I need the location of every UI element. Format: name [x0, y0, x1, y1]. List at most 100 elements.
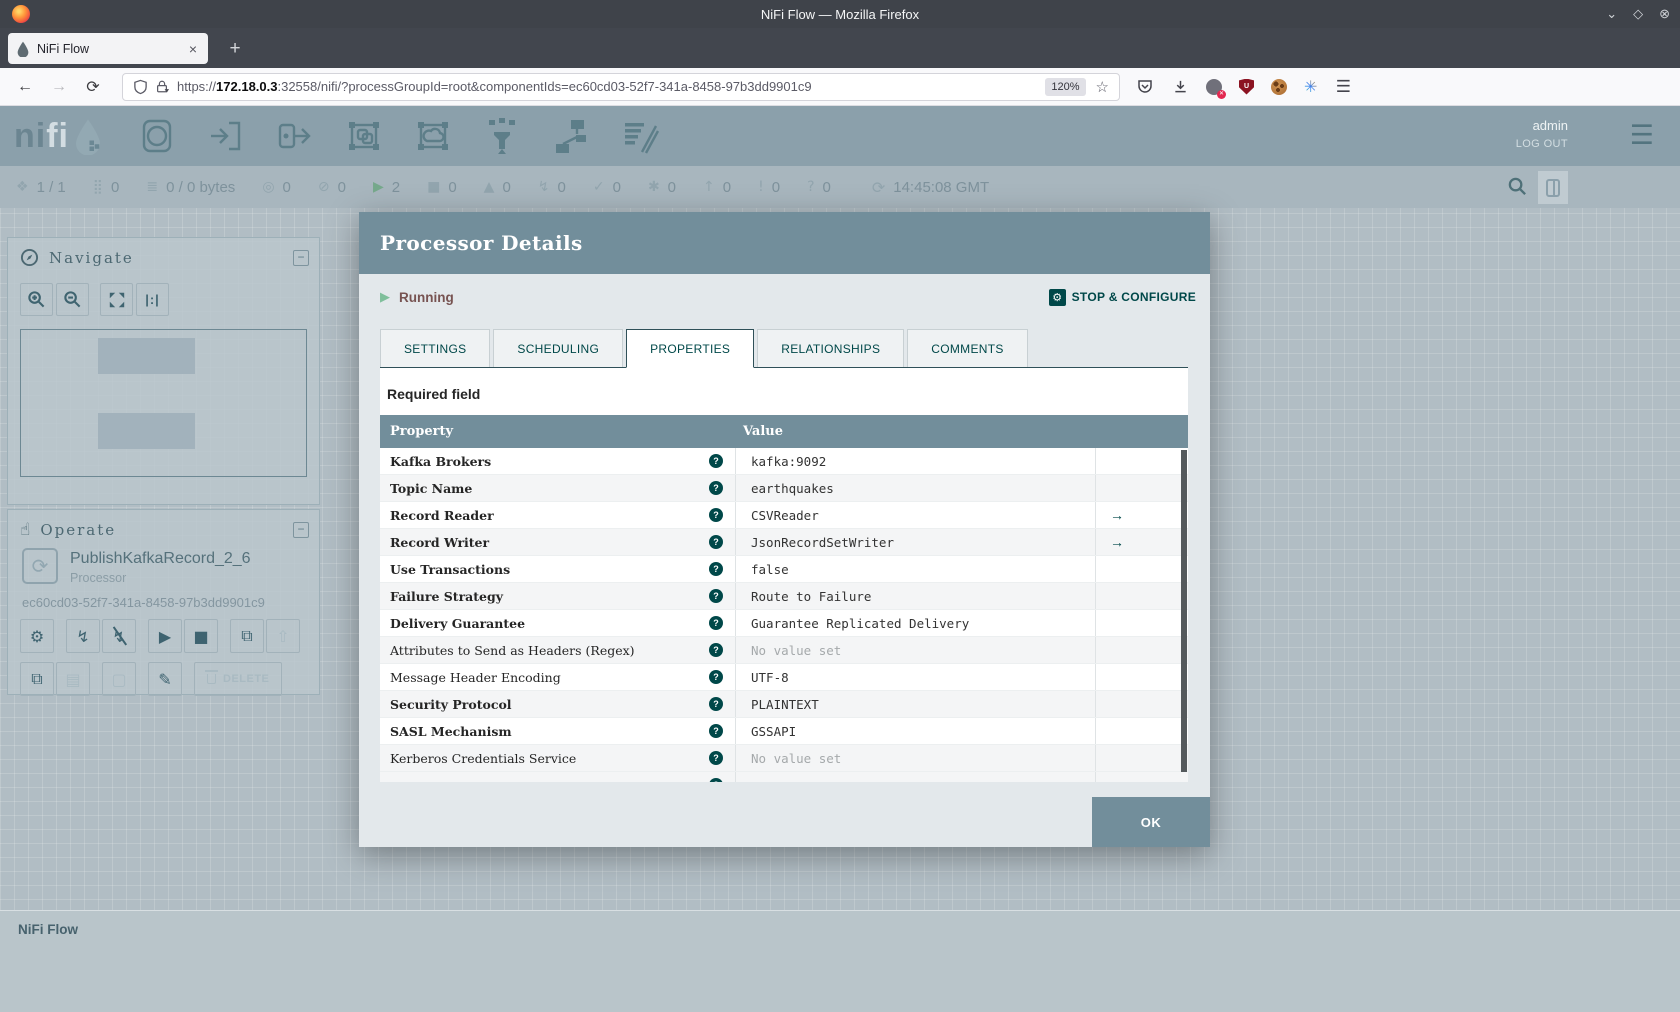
compass-icon: [20, 248, 39, 267]
back-button[interactable]: ←: [10, 78, 40, 96]
help-icon[interactable]: ?: [709, 697, 723, 711]
panel-toggle-button[interactable]: [1538, 171, 1568, 204]
funnel-icon[interactable]: [482, 114, 522, 158]
ok-button[interactable]: OK: [1092, 797, 1210, 847]
help-icon[interactable]: ?: [709, 535, 723, 549]
property-name: Failure Strategy: [390, 588, 503, 604]
help-icon[interactable]: ?: [709, 670, 723, 684]
help-icon[interactable]: ?: [709, 778, 723, 782]
create-template-button[interactable]: ⧉: [230, 619, 264, 653]
refresh-icon[interactable]: ⟳: [872, 178, 885, 197]
stop-button[interactable]: ■: [184, 619, 218, 653]
enable-button[interactable]: ↯: [66, 619, 100, 653]
tab-relationships[interactable]: RELATIONSHIPS: [757, 329, 905, 367]
disable-button[interactable]: ↯: [102, 619, 136, 653]
help-icon[interactable]: ?: [709, 508, 723, 522]
tab-properties[interactable]: PROPERTIES: [626, 329, 755, 368]
window-restore-button[interactable]: ◇: [1633, 6, 1643, 22]
property-name: Record Reader: [390, 507, 494, 523]
help-icon[interactable]: ?: [709, 643, 723, 657]
property-value: kafka:9092: [735, 448, 1095, 474]
nifi-status-bar: ❖ 1 / 1 ⣿ 0 ≣ 0 / 0 bytes ◎ 0 ⊘ 0 ▶ 2 ■ 0 ▲ 0 ↯ 0 ✓ 0 ✱ 0 ↑ 0 ! 0…: [0, 166, 1680, 208]
cookie-extension-icon[interactable]: [1271, 78, 1287, 95]
search-icon[interactable]: [1507, 176, 1528, 202]
bookmark-star-icon[interactable]: ☆: [1096, 78, 1109, 96]
paste-button[interactable]: ▤: [56, 662, 90, 696]
operate-collapse-button[interactable]: −: [293, 522, 309, 538]
status-not-transmitting: ⊘ 0: [317, 178, 346, 196]
dialog-header: Processor Details: [359, 212, 1210, 274]
help-icon[interactable]: ?: [709, 454, 723, 468]
property-name: Record Writer: [390, 534, 490, 550]
output-port-icon[interactable]: [275, 114, 315, 158]
required-field-label: Required field: [387, 386, 481, 402]
help-icon[interactable]: ?: [709, 481, 723, 495]
zoom-actual-size-button[interactable]: |:|: [136, 283, 169, 316]
new-tab-button[interactable]: +: [220, 33, 250, 64]
template-icon[interactable]: [551, 114, 591, 158]
help-icon[interactable]: ?: [709, 616, 723, 630]
configure-button[interactable]: ⚙: [20, 619, 54, 653]
group-button[interactable]: ▢: [102, 662, 136, 696]
zoom-in-button[interactable]: [20, 283, 53, 316]
table-row: Security Protocol? PLAINTEXT: [380, 691, 1188, 718]
zoom-fit-button[interactable]: [100, 283, 133, 316]
property-column-header: Property: [390, 424, 454, 439]
table-scrollbar[interactable]: [1181, 450, 1187, 772]
fill-color-button[interactable]: ✎: [148, 662, 182, 696]
selected-component-id: ec60cd03-52f7-341a-8458-97b3dd9901c9: [22, 595, 265, 610]
tab-settings[interactable]: SETTINGS: [380, 329, 491, 367]
clustered-nodes-icon: ❖: [16, 179, 29, 195]
url-bar[interactable]: https://172.18.0.3:32558/nifi/?processGr…: [122, 72, 1120, 101]
birdseye-minimap[interactable]: [20, 329, 307, 477]
global-menu-icon[interactable]: ☰: [1630, 120, 1654, 151]
help-icon[interactable]: ?: [709, 589, 723, 603]
copy-button[interactable]: ⧉: [20, 662, 54, 696]
window-minimize-button[interactable]: ⌄: [1606, 6, 1617, 22]
browser-navbar: ← → ⟳ https://172.18.0.3:32558/nifi/?pro…: [0, 68, 1680, 106]
status-active-threads: ⣿ 0: [92, 178, 120, 196]
help-icon[interactable]: ?: [709, 724, 723, 738]
processor-icon[interactable]: [137, 114, 177, 158]
tab-close-icon[interactable]: ×: [186, 41, 200, 57]
pocket-icon[interactable]: [1136, 78, 1154, 96]
upload-template-button[interactable]: ⇧: [266, 619, 300, 653]
browser-tab-nifi-flow[interactable]: NiFi Flow ×: [8, 33, 208, 64]
delete-button[interactable]: DELETE: [194, 662, 283, 696]
ublock-origin-icon[interactable]: U: [1239, 78, 1254, 95]
invalid-icon: ▲: [483, 179, 495, 195]
input-port-icon[interactable]: [206, 114, 246, 158]
active-threads-icon: ⣿: [92, 179, 104, 195]
navigate-collapse-button[interactable]: −: [293, 249, 309, 266]
canvas-footer: NiFi Flow: [0, 910, 1680, 1012]
menu-hamburger-icon[interactable]: ☰: [1334, 77, 1352, 96]
stop-and-configure-button[interactable]: ⚙ STOP & CONFIGURE: [1048, 288, 1196, 306]
process-group-icon[interactable]: [344, 114, 384, 158]
go-to-service-arrow[interactable]: →: [1110, 507, 1124, 523]
downloads-icon[interactable]: [1171, 78, 1189, 96]
flow-canvas[interactable]: Navigate − |:| ☝ Operate − ⟳ PublishKafk…: [0, 208, 1680, 1012]
table-row: SASL Mechanism? GSSAPI: [380, 718, 1188, 745]
reload-button[interactable]: ⟳: [78, 77, 108, 97]
breadcrumb[interactable]: NiFi Flow: [18, 922, 78, 937]
go-to-service-arrow[interactable]: →: [1110, 534, 1124, 550]
remote-process-group-icon[interactable]: [413, 114, 453, 158]
extension-icon[interactable]: [1206, 78, 1226, 99]
forward-button[interactable]: →: [44, 78, 74, 96]
container-extension-icon[interactable]: ✳: [1304, 77, 1317, 97]
logout-link[interactable]: LOG OUT: [1516, 138, 1568, 150]
tab-scheduling[interactable]: SCHEDULING: [493, 329, 624, 367]
zoom-level-badge[interactable]: 120%: [1045, 77, 1086, 96]
property-value: CSVReader: [735, 502, 1095, 528]
help-icon[interactable]: ?: [709, 751, 723, 765]
url-text: https://172.18.0.3:32558/nifi/?processGr…: [177, 79, 812, 94]
label-icon[interactable]: [620, 114, 660, 158]
window-close-button[interactable]: ⊗: [1659, 6, 1670, 22]
zoom-out-button[interactable]: [56, 283, 89, 316]
start-button[interactable]: ▶: [148, 619, 182, 653]
status-locally-modified-and-stale: ! 0: [758, 178, 781, 196]
tab-comments[interactable]: COMMENTS: [907, 329, 1028, 367]
help-icon[interactable]: ?: [709, 562, 723, 576]
tracking-shield-icon[interactable]: [133, 79, 148, 95]
connection-lock-icon[interactable]: [155, 79, 169, 94]
